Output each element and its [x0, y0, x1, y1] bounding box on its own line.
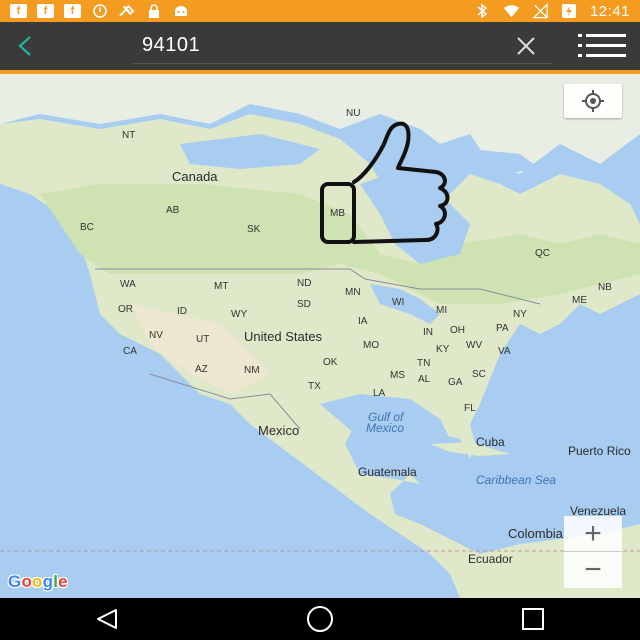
facebook-icon: f	[10, 4, 27, 18]
map-label: Caribbean Sea	[476, 473, 557, 487]
battery-charging-icon	[561, 4, 578, 18]
map-label: TX	[308, 381, 321, 392]
map-label: Puerto Rico	[568, 444, 631, 458]
facebook-icon: f	[64, 4, 81, 18]
map-label: AZ	[195, 364, 208, 375]
map-label: WV	[466, 340, 483, 351]
nav-back-button[interactable]	[77, 601, 137, 637]
map-label: Colombia	[508, 526, 563, 541]
map-label: Mexico	[258, 423, 300, 438]
map-label: GA	[448, 377, 463, 388]
map-label: NV	[149, 330, 163, 341]
map-label: MO	[363, 340, 380, 351]
map-label: UT	[196, 334, 210, 345]
map-label: WI	[392, 297, 405, 308]
status-bar: f f f 12:41	[0, 0, 640, 22]
close-icon	[517, 37, 535, 55]
map-label: OH	[450, 325, 465, 336]
map-label: FL	[464, 403, 476, 414]
map-label: Ecuador	[468, 552, 513, 566]
crosshair-icon	[582, 90, 604, 112]
map-label: WA	[120, 279, 136, 290]
no-sim-icon	[532, 3, 549, 19]
navigation-bar	[0, 598, 640, 640]
map-label: LA	[373, 388, 386, 399]
bluetooth-icon	[474, 3, 491, 19]
map-label: BC	[80, 222, 94, 233]
google-letter: o	[32, 572, 43, 591]
search-bar	[132, 28, 552, 64]
map-label: IA	[358, 316, 368, 327]
map-label: TN	[417, 358, 431, 369]
google-letter: G	[8, 572, 22, 591]
map-label: MI	[436, 305, 448, 316]
map-label: SK	[247, 224, 261, 235]
google-letter: g	[42, 572, 54, 591]
map-label: ID	[177, 306, 187, 317]
map-label: AL	[418, 374, 431, 385]
google-logo: Google	[8, 572, 68, 592]
map-label: United States	[244, 329, 323, 344]
search-input[interactable]	[132, 34, 492, 57]
map-label: VA	[498, 346, 511, 357]
list-menu-icon	[578, 34, 626, 57]
map-label: SC	[472, 369, 486, 380]
square-recents-icon	[522, 608, 545, 630]
facebook-icon: f	[37, 4, 54, 18]
map-label: KY	[436, 344, 450, 355]
app-bar	[0, 22, 640, 70]
map-label: SD	[297, 299, 311, 310]
google-letter: o	[21, 572, 33, 591]
map-label: Guatemala	[358, 465, 417, 479]
map-label: NT	[122, 130, 136, 141]
back-arrow-icon	[18, 36, 31, 56]
map-label: NY	[513, 309, 527, 320]
back-button[interactable]	[0, 22, 52, 70]
map-label: AB	[166, 205, 180, 216]
tools-icon	[118, 4, 135, 18]
alarm-icon	[91, 4, 108, 18]
map-label: OK	[323, 357, 338, 368]
google-letter: e	[58, 572, 68, 591]
nav-recents-button[interactable]	[503, 601, 563, 637]
clear-button[interactable]	[514, 34, 538, 58]
menu-button[interactable]	[578, 32, 628, 60]
zoom-out-button[interactable]: −	[564, 552, 622, 588]
map-label: NM	[244, 365, 260, 376]
map-label: Canada	[172, 169, 218, 184]
map-label: OR	[118, 304, 133, 315]
my-location-button[interactable]	[564, 84, 622, 118]
android-icon	[172, 4, 189, 18]
circle-home-icon	[306, 606, 333, 632]
thumbs-up-icon	[320, 121, 450, 244]
map-label: MN	[345, 287, 361, 298]
map-label: ND	[297, 278, 312, 289]
map-label: IN	[423, 327, 433, 338]
wifi-icon	[503, 4, 520, 18]
map-label: Cuba	[476, 435, 505, 449]
map-label: Mexico	[366, 421, 405, 435]
map-label: PA	[496, 323, 509, 334]
map-view[interactable]: NU NT Canada AB BC SK MB QC NB ME WA MT …	[0, 74, 640, 598]
map-label: ME	[572, 295, 587, 306]
map-label: MS	[390, 370, 405, 381]
map-label: QC	[535, 248, 550, 259]
nav-home-button[interactable]	[290, 601, 350, 637]
status-time: 12:41	[589, 2, 630, 20]
map-label: NB	[598, 282, 612, 293]
triangle-back-icon	[96, 609, 117, 629]
map-label: MT	[214, 281, 229, 292]
map-label: WY	[231, 309, 248, 320]
lock-icon	[145, 4, 162, 18]
zoom-in-button[interactable]: +	[564, 516, 622, 552]
map-label: CA	[123, 346, 137, 357]
